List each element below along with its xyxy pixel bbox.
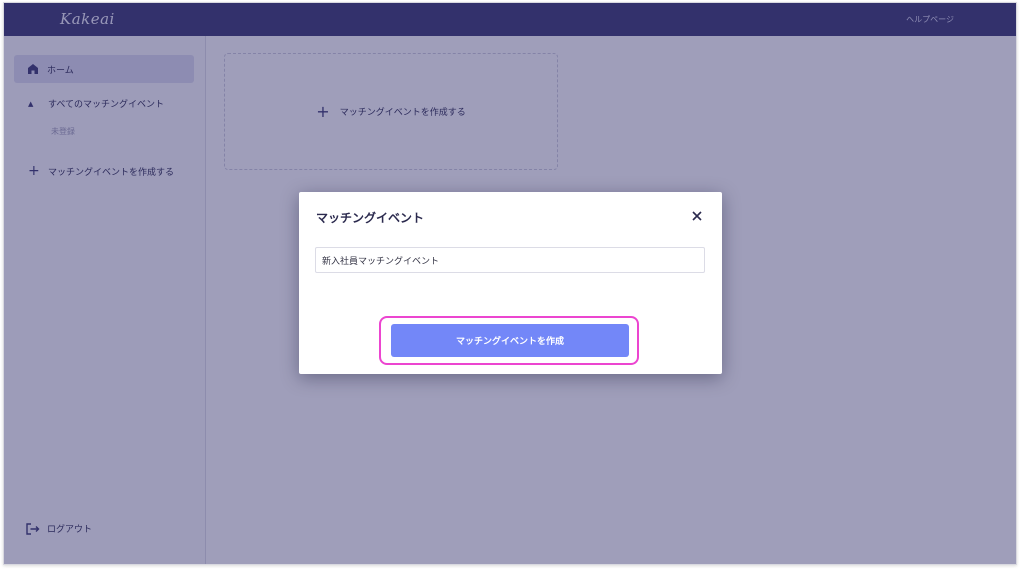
create-event-button[interactable]: マッチングイベントを作成 <box>391 324 629 357</box>
event-name-input[interactable] <box>315 247 705 273</box>
create-event-modal: マッチングイベント マッチングイベントを作成 <box>299 192 722 374</box>
modal-title: マッチングイベント <box>316 211 425 225</box>
app-window: Kakeai ヘルプページ ホーム ▲ すべてのマッチングイベント 未登録 + … <box>3 2 1017 565</box>
close-icon[interactable] <box>690 209 704 223</box>
